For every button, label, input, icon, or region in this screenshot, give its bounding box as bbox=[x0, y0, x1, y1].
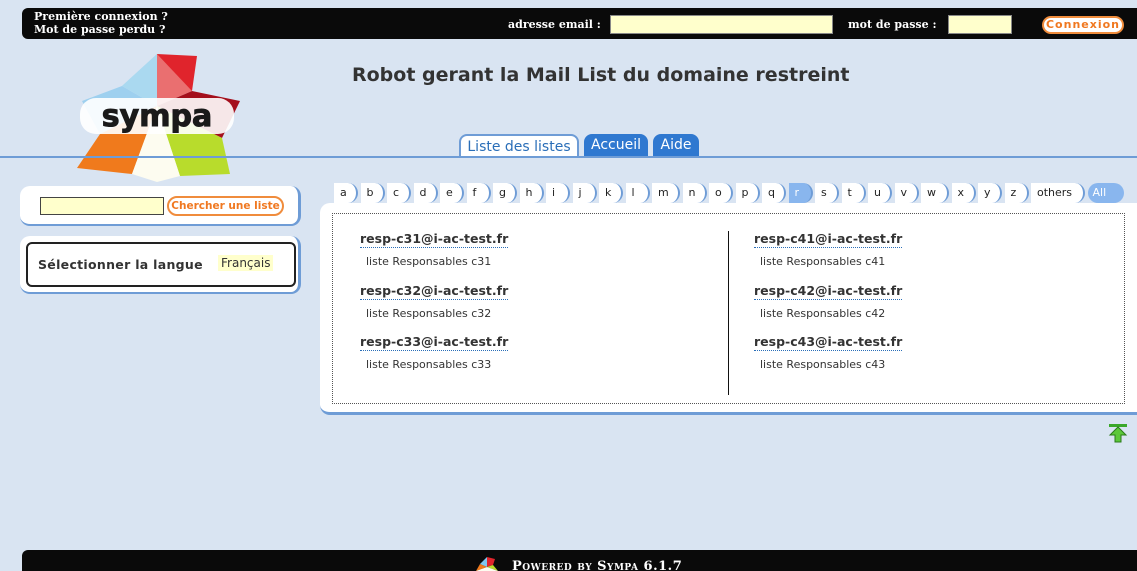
list-address-link[interactable]: resp-c33@i-ac-test.fr bbox=[360, 334, 509, 351]
alphabet-letter-n[interactable]: n bbox=[682, 183, 707, 203]
list-description: liste Responsables c32 bbox=[366, 307, 492, 320]
list-address-link[interactable]: resp-c31@i-ac-test.fr bbox=[360, 231, 509, 248]
footer-powered-by[interactable]: Powered by Sympa 6.1.7 bbox=[512, 559, 682, 571]
alphabet-letter-z[interactable]: z bbox=[1004, 183, 1029, 203]
list-description: liste Responsables c31 bbox=[366, 255, 492, 268]
alphabet-letter-h[interactable]: h bbox=[519, 183, 544, 203]
list-item: resp-c43@i-ac-test.fr liste Responsables… bbox=[754, 331, 903, 371]
list-description: liste Responsables c33 bbox=[366, 358, 492, 371]
email-field[interactable] bbox=[610, 15, 833, 34]
sympa-small-logo-icon bbox=[476, 557, 498, 571]
top-bar: Première connexion ? Mot de passe perdu … bbox=[22, 8, 1137, 39]
lost-password-link[interactable]: Mot de passe perdu ? bbox=[34, 23, 168, 36]
footer: Powered by Sympa 6.1.7 bbox=[22, 550, 1137, 571]
list-item: resp-c41@i-ac-test.fr liste Responsables… bbox=[754, 228, 903, 268]
list-item: resp-c32@i-ac-test.fr liste Responsables… bbox=[360, 280, 509, 320]
alphabet-letter-d[interactable]: d bbox=[413, 183, 438, 203]
list-address-link[interactable]: resp-c32@i-ac-test.fr bbox=[360, 283, 509, 300]
alphabet-letter-a[interactable]: a bbox=[334, 183, 358, 203]
password-label: mot de passe : bbox=[848, 18, 937, 31]
arrow-up-icon[interactable] bbox=[1108, 423, 1128, 443]
list-item: resp-c31@i-ac-test.fr liste Responsables… bbox=[360, 228, 509, 268]
alphabet-letter-all[interactable]: All bbox=[1087, 183, 1124, 203]
list-description: liste Responsables c41 bbox=[760, 255, 886, 268]
first-login-link[interactable]: Première connexion ? bbox=[34, 10, 168, 23]
alphabet-letter-others[interactable]: others bbox=[1031, 183, 1085, 203]
alphabet-letter-v[interactable]: v bbox=[894, 183, 919, 203]
list-description: liste Responsables c43 bbox=[760, 358, 886, 371]
search-panel: Chercher une liste bbox=[20, 186, 301, 226]
alphabet-letter-e[interactable]: e bbox=[440, 183, 464, 203]
email-label: adresse email : bbox=[508, 18, 601, 31]
alphabet-letter-x[interactable]: x bbox=[951, 183, 976, 203]
sympa-logo[interactable]: sympa bbox=[62, 46, 252, 186]
alphabet-letter-q[interactable]: q bbox=[762, 183, 786, 203]
alphabet-letter-t[interactable]: t bbox=[841, 183, 866, 203]
alphabet-letter-y[interactable]: y bbox=[978, 183, 1002, 203]
list-item: resp-c42@i-ac-test.fr liste Responsables… bbox=[754, 280, 903, 320]
list-address-link[interactable]: resp-c42@i-ac-test.fr bbox=[754, 283, 903, 300]
login-button[interactable]: Connexion bbox=[1042, 16, 1124, 34]
alphabet-letter-p[interactable]: p bbox=[735, 183, 760, 203]
list-description: liste Responsables c42 bbox=[760, 307, 886, 320]
page-title: Robot gerant la Mail List du domaine res… bbox=[352, 64, 850, 86]
alphabet-letter-w[interactable]: w bbox=[921, 183, 949, 203]
alphabet-letter-g[interactable]: g bbox=[493, 183, 517, 203]
header-divider bbox=[0, 156, 1137, 158]
list-item: resp-c33@i-ac-test.fr liste Responsables… bbox=[360, 331, 509, 371]
tab-list-of-lists[interactable]: Liste des listes bbox=[459, 134, 579, 157]
language-select[interactable]: Français bbox=[218, 255, 274, 271]
tab-help[interactable]: Aide bbox=[653, 134, 699, 157]
search-input[interactable] bbox=[40, 197, 164, 215]
alphabet-letter-m[interactable]: m bbox=[652, 183, 680, 203]
alphabet-letter-i[interactable]: i bbox=[546, 183, 570, 203]
lists-panel: resp-c31@i-ac-test.fr liste Responsables… bbox=[320, 203, 1137, 415]
list-address-link[interactable]: resp-c43@i-ac-test.fr bbox=[754, 334, 903, 351]
language-panel: Sélectionner la langue Français bbox=[20, 236, 301, 294]
list-address-link[interactable]: resp-c41@i-ac-test.fr bbox=[754, 231, 903, 248]
logo-text: sympa bbox=[102, 99, 212, 134]
alphabet-letter-c[interactable]: c bbox=[387, 183, 411, 203]
password-field[interactable] bbox=[948, 15, 1012, 34]
account-links: Première connexion ? Mot de passe perdu … bbox=[34, 10, 168, 36]
alphabet-letter-s[interactable]: s bbox=[815, 183, 839, 203]
alphabet-letter-f[interactable]: f bbox=[466, 183, 491, 203]
alphabet-letter-u[interactable]: u bbox=[868, 183, 892, 203]
alphabet-letter-o[interactable]: o bbox=[709, 183, 733, 203]
alphabet-letter-l[interactable]: l bbox=[625, 183, 650, 203]
language-form: Sélectionner la langue Français bbox=[26, 242, 296, 287]
alphabet-letter-k[interactable]: k bbox=[599, 183, 623, 203]
column-divider bbox=[728, 231, 729, 395]
alphabet-letter-j[interactable]: j bbox=[572, 183, 597, 203]
alphabet-letter-b[interactable]: b bbox=[360, 183, 385, 203]
language-label: Sélectionner la langue bbox=[38, 257, 203, 272]
search-button[interactable]: Chercher une liste bbox=[167, 196, 284, 216]
alphabet-letter-r[interactable]: r bbox=[788, 183, 813, 203]
tab-home[interactable]: Accueil bbox=[584, 134, 648, 157]
